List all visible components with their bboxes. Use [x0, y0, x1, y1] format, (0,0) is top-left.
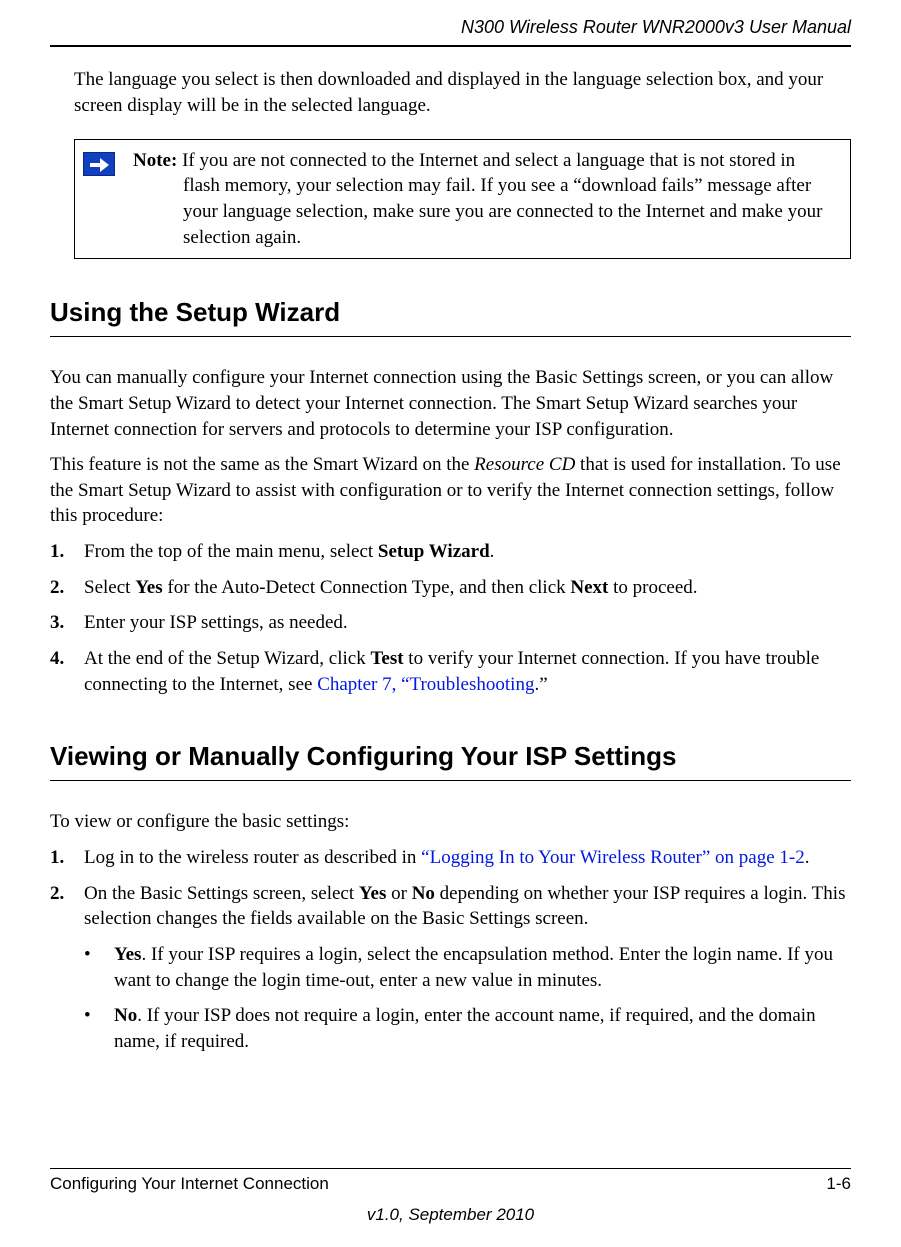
- step-4-num: 4.: [50, 646, 84, 697]
- page-header: N300 Wireless Router WNR2000v3 User Manu…: [50, 15, 851, 47]
- step-2-num: 2.: [50, 575, 84, 601]
- isp-step-2: 2. On the Basic Settings screen, select …: [50, 881, 851, 932]
- bullet-no-body: No. If your ISP does not require a login…: [114, 1003, 851, 1054]
- note-text: Note: If you are not connected to the In…: [133, 148, 842, 251]
- troubleshooting-link[interactable]: Chapter 7, “Troubleshooting: [317, 674, 534, 695]
- isp-no-bold: No: [412, 883, 435, 904]
- isp-step-1-body: Log in to the wireless router as describ…: [84, 845, 851, 871]
- note-label: Note:: [133, 150, 177, 171]
- s1-pre: From the top of the main menu, select: [84, 541, 378, 562]
- isp-s2-pre: On the Basic Settings screen, select: [84, 883, 359, 904]
- isp-step-1-num: 1.: [50, 845, 84, 871]
- bullet-yes-text: . If your ISP requires a login, select t…: [114, 944, 833, 991]
- note-box: Note: If you are not connected to the In…: [74, 139, 851, 260]
- step-1-num: 1.: [50, 539, 84, 565]
- arrow-right-icon: [83, 152, 115, 176]
- resource-cd-italic: Resource CD: [474, 454, 575, 475]
- bullet-no-bold: No: [114, 1005, 137, 1026]
- s2-mid: for the Auto-Detect Connection Type, and…: [163, 577, 571, 598]
- bullet-marker: •: [84, 942, 114, 993]
- step-2: 2. Select Yes for the Auto-Detect Connec…: [50, 575, 851, 601]
- intro-paragraph: The language you select is then download…: [74, 67, 851, 118]
- setup-wizard-steps: 1. From the top of the main menu, select…: [50, 539, 851, 697]
- note-body: If you are not connected to the Internet…: [177, 150, 822, 248]
- isp-bullets: • Yes. If your ISP requires a login, sel…: [50, 942, 851, 1055]
- section-viewing-isp-settings: Viewing or Manually Configuring Your ISP…: [50, 739, 851, 781]
- isp-yes-bold: Yes: [359, 883, 386, 904]
- footer-section: Configuring Your Internet Connection: [50, 1173, 329, 1196]
- setup-wizard-para-1: You can manually configure your Internet…: [50, 365, 851, 442]
- note-icon-cell: [83, 148, 133, 251]
- footer-page: 1-6: [826, 1173, 851, 1196]
- s4-post: .”: [534, 674, 547, 695]
- footer-version: v1.0, September 2010: [50, 1204, 851, 1227]
- step-4-body: At the end of the Setup Wizard, click Te…: [84, 646, 851, 697]
- bullet-no: • No. If your ISP does not require a log…: [84, 1003, 851, 1054]
- isp-step-2-num: 2.: [50, 881, 84, 932]
- isp-steps: 1. Log in to the wireless router as desc…: [50, 845, 851, 932]
- step-1: 1. From the top of the main menu, select…: [50, 539, 851, 565]
- isp-intro: To view or configure the basic settings:: [50, 809, 851, 835]
- test-bold: Test: [370, 648, 403, 669]
- s2-post: to proceed.: [608, 577, 697, 598]
- setup-wizard-para-2: This feature is not the same as the Smar…: [50, 452, 851, 529]
- step-3: 3. Enter your ISP settings, as needed.: [50, 610, 851, 636]
- manual-title: N300 Wireless Router WNR2000v3 User Manu…: [461, 17, 851, 37]
- s4-pre: At the end of the Setup Wizard, click: [84, 648, 370, 669]
- para2-pre: This feature is not the same as the Smar…: [50, 454, 474, 475]
- setup-wizard-bold: Setup Wizard: [378, 541, 490, 562]
- step-3-body: Enter your ISP settings, as needed.: [84, 610, 851, 636]
- page-footer: Configuring Your Internet Connection 1-6…: [50, 1168, 851, 1227]
- step-1-body: From the top of the main menu, select Se…: [84, 539, 851, 565]
- bullet-yes-bold: Yes: [114, 944, 141, 965]
- step-3-num: 3.: [50, 610, 84, 636]
- s1-post: .: [490, 541, 495, 562]
- isp-s2-mid: or: [386, 883, 411, 904]
- isp-step-1: 1. Log in to the wireless router as desc…: [50, 845, 851, 871]
- isp-s1-post: .: [805, 847, 810, 868]
- step-4: 4. At the end of the Setup Wizard, click…: [50, 646, 851, 697]
- section-using-setup-wizard: Using the Setup Wizard: [50, 295, 851, 337]
- next-bold: Next: [570, 577, 608, 598]
- s2-pre: Select: [84, 577, 135, 598]
- yes-bold: Yes: [135, 577, 162, 598]
- logging-in-link[interactable]: “Logging In to Your Wireless Router” on …: [421, 847, 805, 868]
- step-2-body: Select Yes for the Auto-Detect Connectio…: [84, 575, 851, 601]
- bullet-yes: • Yes. If your ISP requires a login, sel…: [84, 942, 851, 993]
- bullet-no-text: . If your ISP does not require a login, …: [114, 1005, 816, 1052]
- bullet-marker: •: [84, 1003, 114, 1054]
- bullet-yes-body: Yes. If your ISP requires a login, selec…: [114, 942, 851, 993]
- isp-step-2-body: On the Basic Settings screen, select Yes…: [84, 881, 851, 932]
- isp-s1-pre: Log in to the wireless router as describ…: [84, 847, 421, 868]
